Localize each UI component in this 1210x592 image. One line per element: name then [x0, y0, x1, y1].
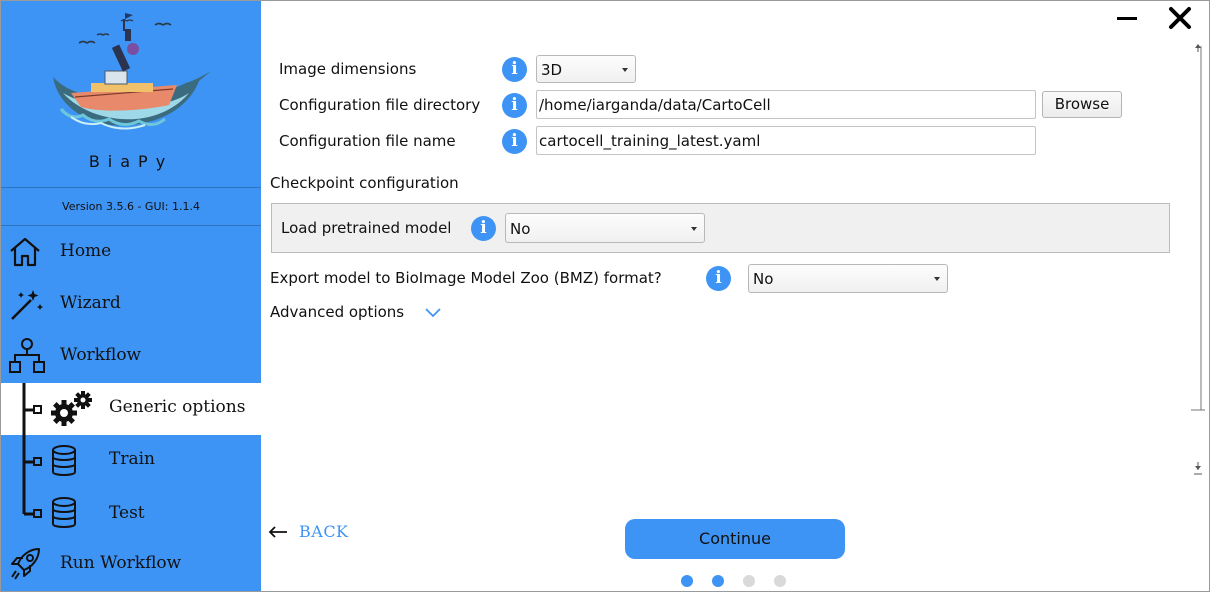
sidebar-item-run-workflow[interactable]: Run Workflow: [1, 537, 261, 589]
page-dot-3: [743, 575, 755, 587]
chevron-down-icon: [934, 277, 940, 281]
export-bmz-select[interactable]: No: [748, 264, 948, 293]
select-value: No: [753, 270, 774, 288]
sidebar-item-label: Test: [109, 503, 145, 523]
arrow-left-icon: [268, 526, 287, 538]
rocket-icon: [11, 548, 40, 580]
info-icon[interactable]: i: [706, 266, 731, 291]
vertical-scrollbar[interactable]: [1191, 38, 1205, 478]
gears-icon: [51, 391, 92, 426]
select-value: 3D: [541, 61, 563, 79]
config-directory-field[interactable]: /home/iarganda/data/CartoCell: [536, 90, 1036, 119]
image-dimensions-select[interactable]: 3D: [536, 55, 636, 83]
info-icon[interactable]: i: [502, 129, 527, 154]
sidebar-item-label: Train: [109, 449, 155, 469]
browse-button[interactable]: Browse: [1042, 91, 1122, 118]
close-icon[interactable]: [1167, 5, 1193, 31]
chevron-down-icon: [691, 227, 697, 231]
workflow-icon: [9, 338, 45, 373]
sidebar-item-test[interactable]: Test: [1, 487, 261, 539]
home-icon: [10, 237, 40, 267]
export-bmz-label: Export model to BioImage Model Zoo (BMZ)…: [270, 269, 662, 287]
version-label: Version 3.5.6 - GUI: 1.1.4: [1, 187, 261, 226]
sidebar-item-wizard[interactable]: Wizard: [1, 279, 261, 331]
brand-name: BiaPy: [88, 152, 174, 171]
image-dimensions-label: Image dimensions: [279, 60, 417, 78]
tree-connector-icon: [22, 383, 42, 435]
checkpoint-section-title: Checkpoint configuration: [270, 174, 459, 192]
info-icon[interactable]: i: [502, 93, 527, 118]
continue-button[interactable]: Continue: [625, 519, 845, 559]
database-icon: [52, 445, 76, 476]
sidebar: BiaPy Version 3.5.6 - GUI: 1.1.4 Home Wi…: [1, 1, 261, 591]
info-icon[interactable]: i: [502, 57, 527, 82]
sidebar-item-workflow[interactable]: Workflow: [1, 331, 261, 383]
page-dot-2: [712, 575, 724, 587]
biapy-logo: BiaPy: [1, 1, 261, 187]
sidebar-item-label: Home: [60, 241, 112, 261]
database-icon: [52, 497, 76, 528]
sidebar-item-generic-options[interactable]: Generic options: [1, 383, 261, 435]
sidebar-item-home[interactable]: Home: [1, 227, 261, 279]
chevron-down-icon[interactable]: [424, 306, 442, 318]
config-name-label: Configuration file name: [279, 132, 456, 150]
sidebar-item-train[interactable]: Train: [1, 435, 261, 487]
config-name-field[interactable]: cartocell_training_latest.yaml: [536, 126, 1036, 155]
sidebar-item-label: Workflow: [60, 345, 142, 365]
page-dot-4: [774, 575, 786, 587]
sidebar-item-label: Run Workflow: [60, 553, 182, 573]
sidebar-item-label: Wizard: [60, 293, 121, 313]
tree-connector-icon: [22, 435, 42, 487]
minimize-icon[interactable]: [1115, 8, 1139, 28]
magic-wand-icon: [11, 290, 43, 320]
advanced-options-toggle[interactable]: Advanced options: [270, 303, 404, 321]
config-directory-label: Configuration file directory: [279, 96, 481, 114]
select-value: No: [510, 220, 531, 238]
info-icon[interactable]: i: [471, 216, 496, 241]
load-pretrained-label: Load pretrained model: [281, 219, 452, 237]
load-pretrained-select[interactable]: No: [505, 213, 705, 243]
sidebar-item-label: Generic options: [109, 397, 246, 417]
back-label: BACK: [299, 522, 349, 541]
chevron-down-icon: [622, 68, 628, 72]
page-dot-1: [681, 575, 693, 587]
tree-connector-icon: [22, 487, 42, 518]
